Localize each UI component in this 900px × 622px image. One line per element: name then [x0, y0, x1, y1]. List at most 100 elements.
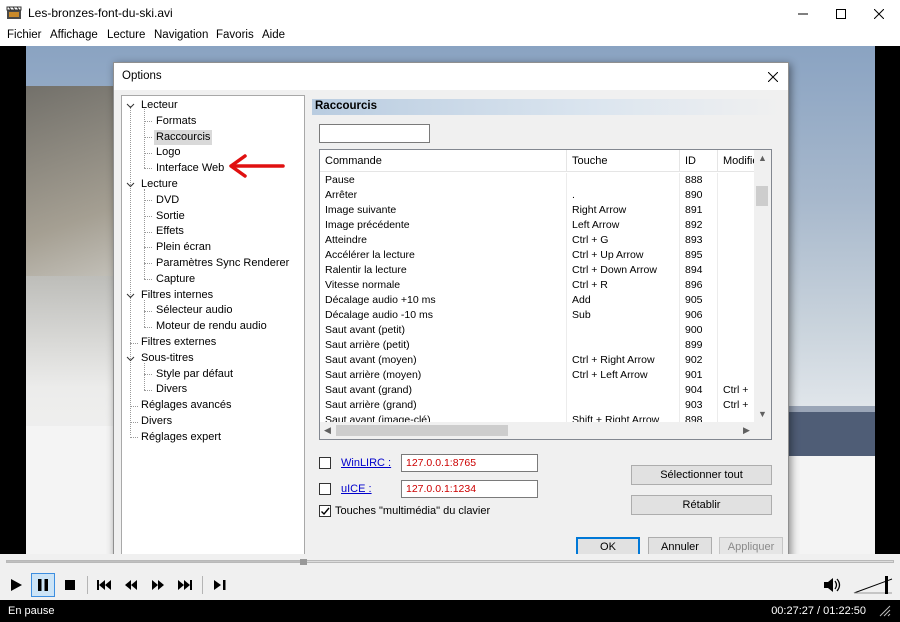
table-row[interactable]: Image précédente Left Arrow 892 — [320, 218, 755, 233]
scroll-up-icon[interactable]: ▲ — [758, 153, 767, 163]
scroll-left-icon[interactable]: ◀ — [324, 425, 331, 436]
mute-button[interactable] — [820, 573, 844, 597]
seek-track[interactable] — [6, 560, 894, 563]
resize-grip-icon[interactable] — [878, 605, 892, 617]
tree-item-formats[interactable]: Formats — [154, 114, 198, 129]
frame-step-button[interactable] — [208, 573, 232, 597]
scroll-thumb[interactable] — [756, 186, 768, 206]
tree-item-selecteur-audio[interactable]: Sélecteur audio — [154, 303, 234, 318]
previous-button[interactable] — [92, 573, 116, 597]
tree-item-dvd[interactable]: DVD — [154, 193, 181, 208]
menu-affichage[interactable]: Affichage — [50, 29, 98, 41]
table-row[interactable]: Pause 888 — [320, 173, 755, 188]
dialog-title: Options — [122, 70, 162, 82]
table-row[interactable]: Saut avant (moyen) Ctrl + Right Arrow 902 — [320, 353, 755, 368]
chevron-down-icon[interactable] — [126, 354, 135, 363]
fast-forward-button[interactable] — [146, 573, 170, 597]
table-row[interactable]: Atteindre Ctrl + G 893 — [320, 233, 755, 248]
grid-vertical-scrollbar[interactable]: ▲ ▼ — [754, 150, 771, 424]
menu-fichier[interactable]: Fichier — [7, 29, 42, 41]
select-all-button[interactable]: Sélectionner tout — [631, 465, 772, 485]
tree-item-moteur-rendu-audio[interactable]: Moteur de rendu audio — [154, 319, 269, 334]
tree-item-reglages-expert[interactable]: Réglages expert — [139, 430, 223, 445]
tree-item-sous-titres[interactable]: Sous-titres — [139, 351, 196, 366]
table-row[interactable]: Saut arrière (grand) 903 Ctrl + — [320, 398, 755, 413]
table-row[interactable]: Arrêter. 890 — [320, 188, 755, 203]
scroll-right-icon[interactable]: ▶ — [743, 425, 750, 436]
panel-header: Raccourcis — [312, 99, 781, 115]
cell-id: 905 — [680, 293, 718, 308]
pause-button[interactable] — [31, 573, 55, 597]
rewind-button[interactable] — [119, 573, 143, 597]
grid-horizontal-scrollbar[interactable]: ◀ ▶ — [320, 422, 755, 439]
tree-item-filtres-externes[interactable]: Filtres externes — [139, 335, 218, 350]
winlirc-address-input[interactable]: 127.0.0.1:8765 — [401, 454, 538, 472]
table-row[interactable]: Accélérer la lecture Ctrl + Up Arrow 895 — [320, 248, 755, 263]
panel-title: Raccourcis — [315, 100, 378, 112]
table-row[interactable]: Décalage audio +10 ms Add 905 — [320, 293, 755, 308]
menu-navigation[interactable]: Navigation — [154, 29, 208, 41]
cell-modifier — [718, 338, 755, 353]
winlirc-link[interactable]: WinLIRC : — [341, 457, 391, 469]
uice-address-input[interactable]: 127.0.0.1:1234 — [401, 480, 538, 498]
winlirc-checkbox[interactable] — [319, 457, 331, 469]
tree-item-divers-sous-titres[interactable]: Divers — [154, 382, 189, 397]
tree-item-capture[interactable]: Capture — [154, 272, 197, 287]
next-button[interactable] — [173, 573, 197, 597]
table-row[interactable]: Saut arrière (petit) 899 — [320, 338, 755, 353]
menu-favoris[interactable]: Favoris — [216, 29, 254, 41]
volume-slider[interactable] — [852, 573, 894, 597]
chevron-down-icon[interactable] — [126, 180, 135, 189]
cell-commande: Pause — [320, 173, 567, 188]
seek-thumb[interactable] — [299, 559, 307, 565]
column-header-modifier[interactable]: Modifier — [718, 150, 755, 172]
dialog-close-button[interactable] — [758, 63, 788, 90]
film-clapper-icon — [6, 6, 22, 19]
tree-item-divers[interactable]: Divers — [139, 414, 174, 429]
tree-item-effets[interactable]: Effets — [154, 224, 186, 239]
table-row[interactable]: Saut avant (grand) 904 Ctrl + — [320, 383, 755, 398]
tree-item-raccourcis[interactable]: Raccourcis — [154, 130, 213, 145]
cell-modifier — [718, 323, 755, 338]
shortcuts-grid[interactable]: Commande Touche ID Modifier Pause888Arrê… — [319, 149, 772, 440]
tree-item-lecture[interactable]: Lecture — [139, 177, 180, 192]
play-button[interactable] — [4, 573, 28, 597]
scroll-thumb[interactable] — [336, 425, 508, 436]
scroll-down-icon[interactable]: ▼ — [758, 409, 767, 419]
cell-commande: Accélérer la lecture — [320, 248, 567, 263]
table-row[interactable]: Saut avant (petit) 900 — [320, 323, 755, 338]
column-header-touche[interactable]: Touche — [567, 150, 680, 172]
multimedia-keys-checkbox[interactable] — [319, 505, 331, 517]
stop-button[interactable] — [58, 573, 82, 597]
table-row[interactable]: Décalage audio -10 ms Sub 906 — [320, 308, 755, 323]
table-row[interactable]: Ralentir la lecture Ctrl + Down Arrow 894 — [320, 263, 755, 278]
chevron-down-icon[interactable] — [126, 101, 135, 110]
tree-item-sortie[interactable]: Sortie — [154, 209, 187, 224]
menu-lecture[interactable]: Lecture — [107, 29, 145, 41]
shortcut-filter-input[interactable] — [319, 124, 430, 143]
volume-thumb[interactable] — [884, 576, 888, 594]
chevron-down-icon[interactable] — [126, 291, 135, 300]
tree-item-lecteur[interactable]: Lecteur — [139, 98, 180, 113]
reset-button[interactable]: Rétablir — [631, 495, 772, 515]
tree-item-filtres-internes[interactable]: Filtres internes — [139, 288, 215, 303]
tree-item-logo[interactable]: Logo — [154, 145, 182, 160]
uice-checkbox[interactable] — [319, 483, 331, 495]
uice-link[interactable]: uICE : — [341, 483, 372, 495]
menu-aide[interactable]: Aide — [262, 29, 285, 41]
tree-item-plein-ecran[interactable]: Plein écran — [154, 240, 213, 255]
options-tree[interactable]: Lecteur Formats Raccourcis Logo Interfac… — [121, 95, 305, 556]
close-window-button[interactable] — [856, 0, 900, 27]
tree-item-reglages-avances[interactable]: Réglages avancés — [139, 398, 234, 413]
table-row[interactable]: Saut arrière (moyen) Ctrl + Left Arrow 901 — [320, 368, 755, 383]
table-row[interactable]: Image suivante Right Arrow 891 — [320, 203, 755, 218]
table-row[interactable]: Vitesse normale Ctrl + R 896 — [320, 278, 755, 293]
cell-id: 895 — [680, 248, 718, 263]
tree-item-interface-web[interactable]: Interface Web — [154, 161, 226, 176]
column-header-id[interactable]: ID — [680, 150, 718, 172]
column-header-commande[interactable]: Commande — [320, 150, 567, 172]
fast-forward-icon — [152, 580, 164, 590]
seek-bar[interactable] — [0, 554, 900, 570]
tree-item-style-par-defaut[interactable]: Style par défaut — [154, 367, 235, 382]
tree-item-sync-renderer[interactable]: Paramètres Sync Renderer — [154, 256, 291, 271]
